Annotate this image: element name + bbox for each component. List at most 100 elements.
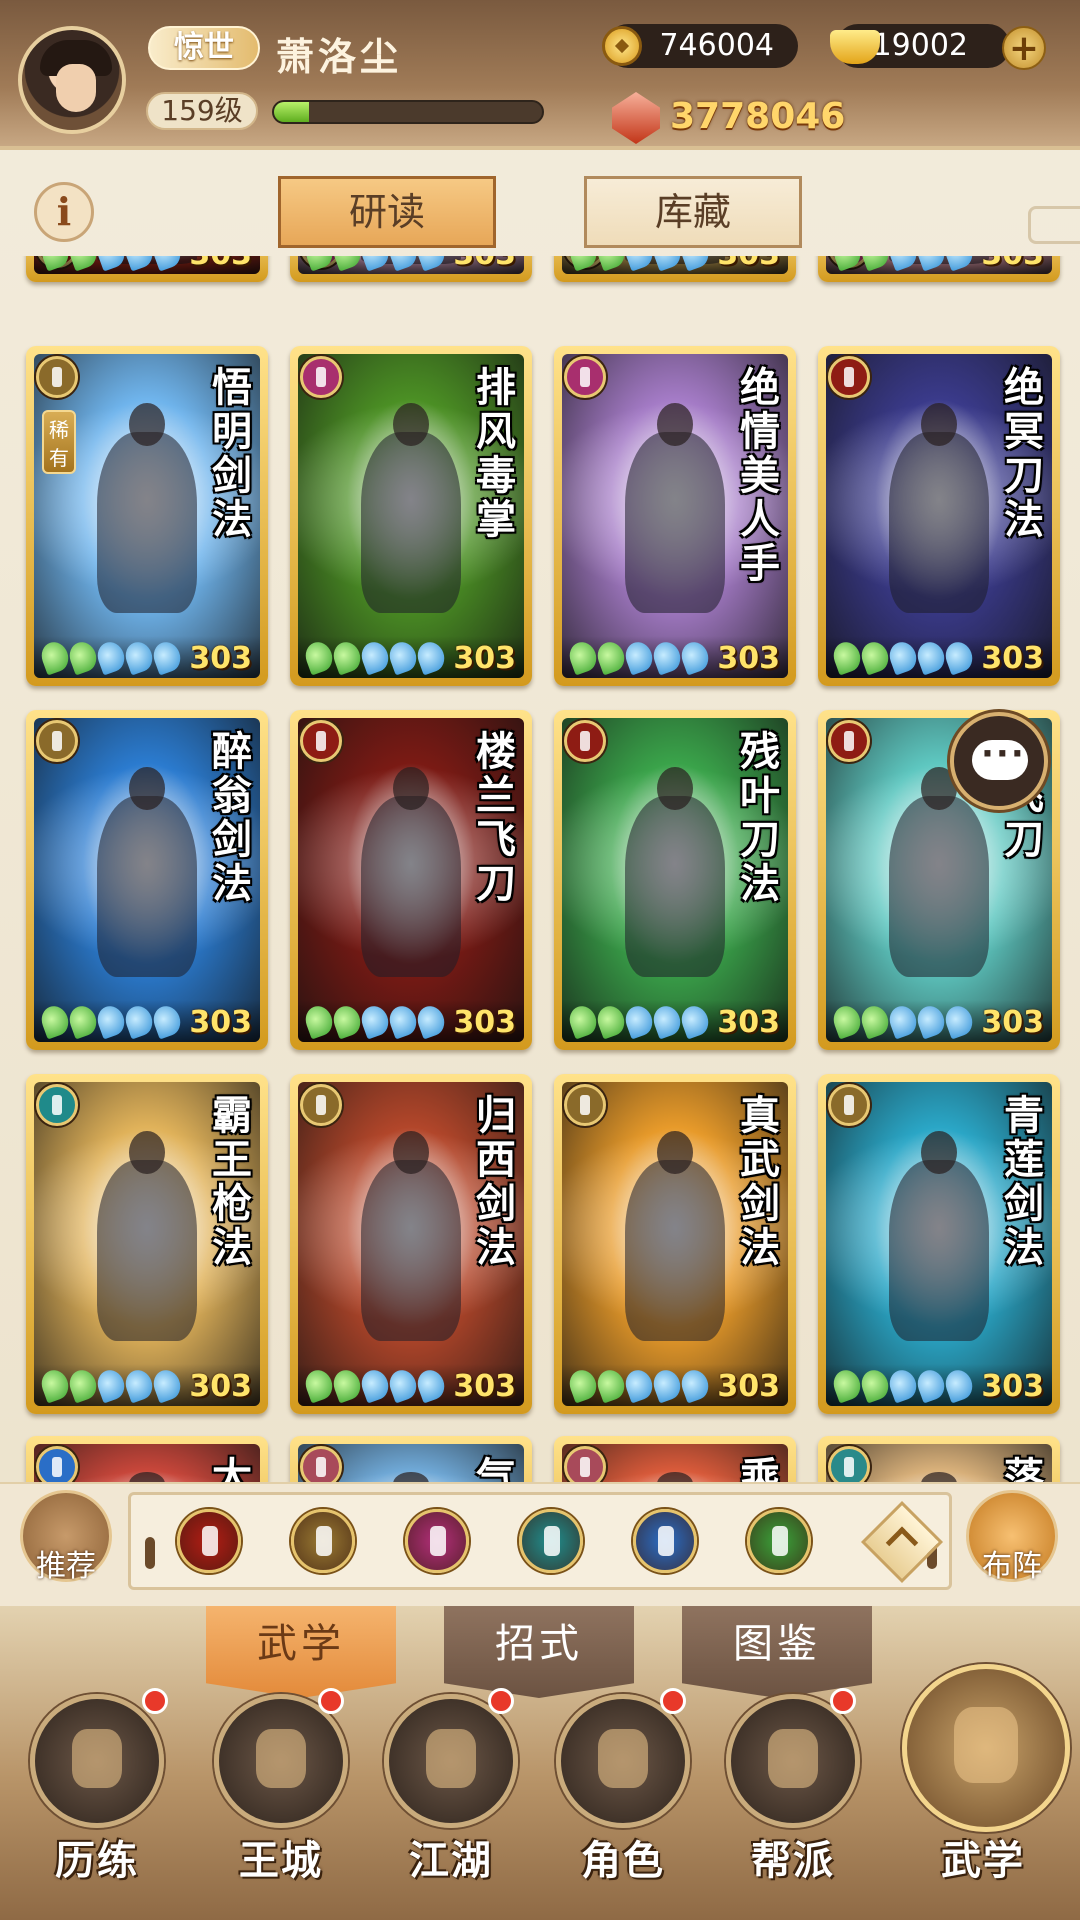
nav-martial-arts[interactable]: 武学 — [902, 1664, 1070, 1914]
card-footer: 303 — [34, 636, 260, 678]
card-artwork: 绝情美人手 303 — [562, 354, 788, 678]
star-orb-icon — [149, 1366, 185, 1404]
card-footer: 303 — [826, 1364, 1052, 1406]
nav-label: 王城 — [239, 1837, 323, 1884]
add-gold-button[interactable]: + — [1002, 26, 1046, 70]
nav-training[interactable]: 历练 — [22, 1688, 172, 1914]
martial-art-card[interactable]: 303 — [26, 256, 268, 282]
gold-amount: 19002 — [872, 28, 968, 63]
martial-art-card[interactable]: 醉翁剑法 303 — [26, 710, 268, 1050]
card-skill-name: 霸王枪法 — [205, 1094, 252, 1270]
skill-type-icon — [828, 720, 870, 762]
card-skill-name: 楼兰飞刀 — [469, 730, 516, 906]
star-orb-icon — [593, 1002, 629, 1040]
player-name: 萧洛尘 — [276, 34, 403, 79]
card-skill-name: 青莲剑法 — [997, 1094, 1044, 1270]
card-level: 303 — [189, 256, 252, 272]
star-orb-icon — [913, 638, 949, 676]
card-skill-name: 绝情美人手 — [733, 366, 780, 586]
martial-art-card[interactable]: 303 — [290, 256, 532, 282]
palm-type-icon[interactable] — [405, 1509, 469, 1573]
tab-study[interactable]: 研读 — [278, 176, 496, 248]
star-orb-icon — [829, 1366, 865, 1404]
martial-art-card[interactable]: 残叶刀法 303 — [554, 710, 796, 1050]
collapse-up-button[interactable] — [860, 1500, 944, 1584]
star-orb-icon — [565, 1366, 601, 1404]
formation-button[interactable]: 布阵 — [966, 1490, 1058, 1584]
side-decoration — [1028, 206, 1080, 244]
subtab-codex[interactable]: 图鉴 — [682, 1606, 872, 1698]
blade-type-icon[interactable] — [177, 1509, 241, 1573]
card-artwork: 楼兰飞刀 303 — [298, 718, 524, 1042]
card-artwork: 303 — [826, 256, 1052, 274]
martial-art-card[interactable]: 悟明剑法 稀有 303 — [26, 346, 268, 686]
chat-button[interactable] — [950, 712, 1048, 810]
nav-capital[interactable]: 王城 — [206, 1688, 356, 1914]
whirl-type-icon[interactable] — [747, 1509, 811, 1573]
star-orb-icon — [121, 638, 157, 676]
martial-art-card[interactable]: 落303 — [818, 1436, 1060, 1482]
star-orb-icon — [329, 256, 365, 272]
star-orb-icon — [37, 638, 73, 676]
nav-character[interactable]: 角色 — [548, 1688, 698, 1914]
star-orb-icon — [621, 638, 657, 676]
card-level: 303 — [189, 1005, 252, 1040]
martial-art-card[interactable]: 303 — [554, 256, 796, 282]
martial-art-card[interactable]: 排风毒掌 303 — [290, 346, 532, 686]
martial-art-card[interactable]: 归西剑法 303 — [290, 1074, 532, 1414]
skill-type-icon — [564, 720, 606, 762]
sword-type-icon[interactable] — [291, 1509, 355, 1573]
player-avatar[interactable] — [18, 26, 126, 134]
martial-art-card[interactable]: 绝情美人手 303 — [554, 346, 796, 686]
skill-type-icon — [36, 1446, 78, 1482]
notification-dot — [660, 1688, 686, 1714]
star-orb-icon — [413, 256, 449, 272]
star-orb-icon — [37, 256, 73, 272]
star-orb-icon — [65, 1002, 101, 1040]
star-orb-icon — [857, 256, 893, 272]
tab-storage[interactable]: 库藏 — [584, 176, 802, 248]
card-level: 303 — [981, 1005, 1044, 1040]
martial-art-card[interactable]: 气303 — [290, 1436, 532, 1482]
star-orb-icon — [37, 1366, 73, 1404]
nav-guild[interactable]: 帮派 — [718, 1688, 868, 1914]
star-orb-icon — [677, 1366, 713, 1404]
star-orb-icon — [413, 638, 449, 676]
card-level: 303 — [453, 1005, 516, 1040]
martial-art-card[interactable]: 真武剑法 303 — [554, 1074, 796, 1414]
martial-art-card[interactable]: 乘303 — [554, 1436, 796, 1482]
star-orb-icon — [649, 1366, 685, 1404]
star-orb-icon — [913, 1366, 949, 1404]
type-filter-bar: 推荐 布阵 — [0, 1482, 1080, 1606]
subtab-moves[interactable]: 招式 — [444, 1606, 634, 1698]
star-orb-icon — [93, 1002, 129, 1040]
guild-icon — [726, 1694, 860, 1828]
martial-art-card[interactable]: 太303 — [26, 1436, 268, 1482]
card-artwork: 真武剑法 303 — [562, 1082, 788, 1406]
card-level: 303 — [717, 1369, 780, 1404]
star-orb-icon — [385, 256, 421, 272]
nav-jianghu[interactable]: 江湖 — [376, 1688, 526, 1914]
martial-art-card[interactable]: 楼兰飞刀 303 — [290, 710, 532, 1050]
star-orb-icon — [621, 1366, 657, 1404]
experience-bar — [272, 100, 544, 124]
star-orb-icon — [857, 1002, 893, 1040]
subtab-martial[interactable]: 武学 — [206, 1606, 396, 1698]
bottom-navigation: 武学 招式 图鉴 历练 王城 江湖 角色 帮派 武学 — [0, 1606, 1080, 1920]
info-button[interactable]: i — [34, 182, 94, 242]
martial-art-card[interactable]: 霸王枪法 303 — [26, 1074, 268, 1414]
martial-art-card[interactable]: 303 — [818, 256, 1060, 282]
star-orb-icon — [413, 1002, 449, 1040]
fan-type-icon[interactable] — [519, 1509, 583, 1573]
star-orb-icon — [121, 1366, 157, 1404]
star-orb-icon — [677, 638, 713, 676]
card-artwork: 落303 — [826, 1444, 1052, 1482]
star-orb-icon — [65, 638, 101, 676]
star-orb-icon — [885, 256, 921, 272]
skill-type-icon — [300, 356, 342, 398]
taiji-type-icon[interactable] — [633, 1509, 697, 1573]
martial-art-card[interactable]: 绝冥刀法 303 — [818, 346, 1060, 686]
skill-type-icon — [300, 720, 342, 762]
recommend-button[interactable]: 推荐 — [20, 1490, 112, 1584]
martial-art-card[interactable]: 青莲剑法 303 — [818, 1074, 1060, 1414]
